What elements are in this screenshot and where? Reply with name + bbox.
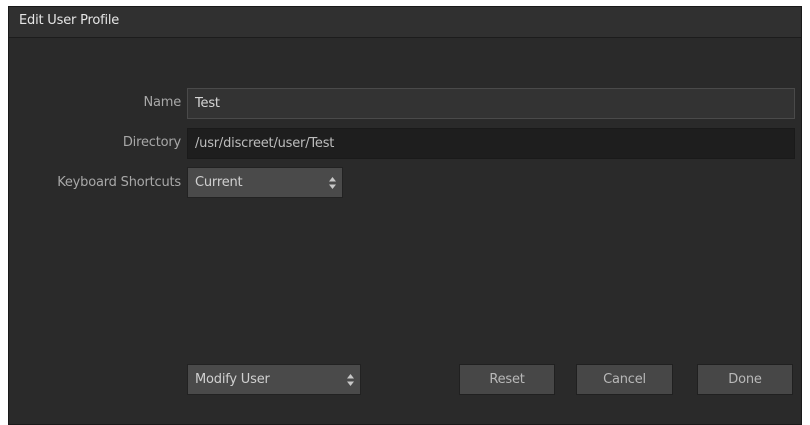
directory-field: /usr/discreet/user/Test [187,128,795,159]
spinner-arrows-icon [328,174,337,192]
edit-user-profile-dialog: Edit User Profile Name Test Directory /u… [8,6,802,425]
user-mode-select[interactable]: Modify User [187,364,361,395]
name-field[interactable]: Test [187,88,795,119]
keyboard-shortcuts-select[interactable]: Current [187,167,343,198]
keyboard-shortcuts-value: Current [195,175,243,190]
name-label: Name [143,95,181,110]
dialog-title: Edit User Profile [19,13,120,28]
done-button[interactable]: Done [697,364,793,395]
keyboard-shortcuts-label: Keyboard Shortcuts [57,175,181,190]
user-mode-value: Modify User [195,372,270,387]
dialog-titlebar[interactable]: Edit User Profile [9,7,801,38]
cancel-button[interactable]: Cancel [576,364,673,395]
reset-button[interactable]: Reset [459,364,555,395]
spinner-arrows-icon [346,371,355,389]
directory-label: Directory [122,135,181,150]
